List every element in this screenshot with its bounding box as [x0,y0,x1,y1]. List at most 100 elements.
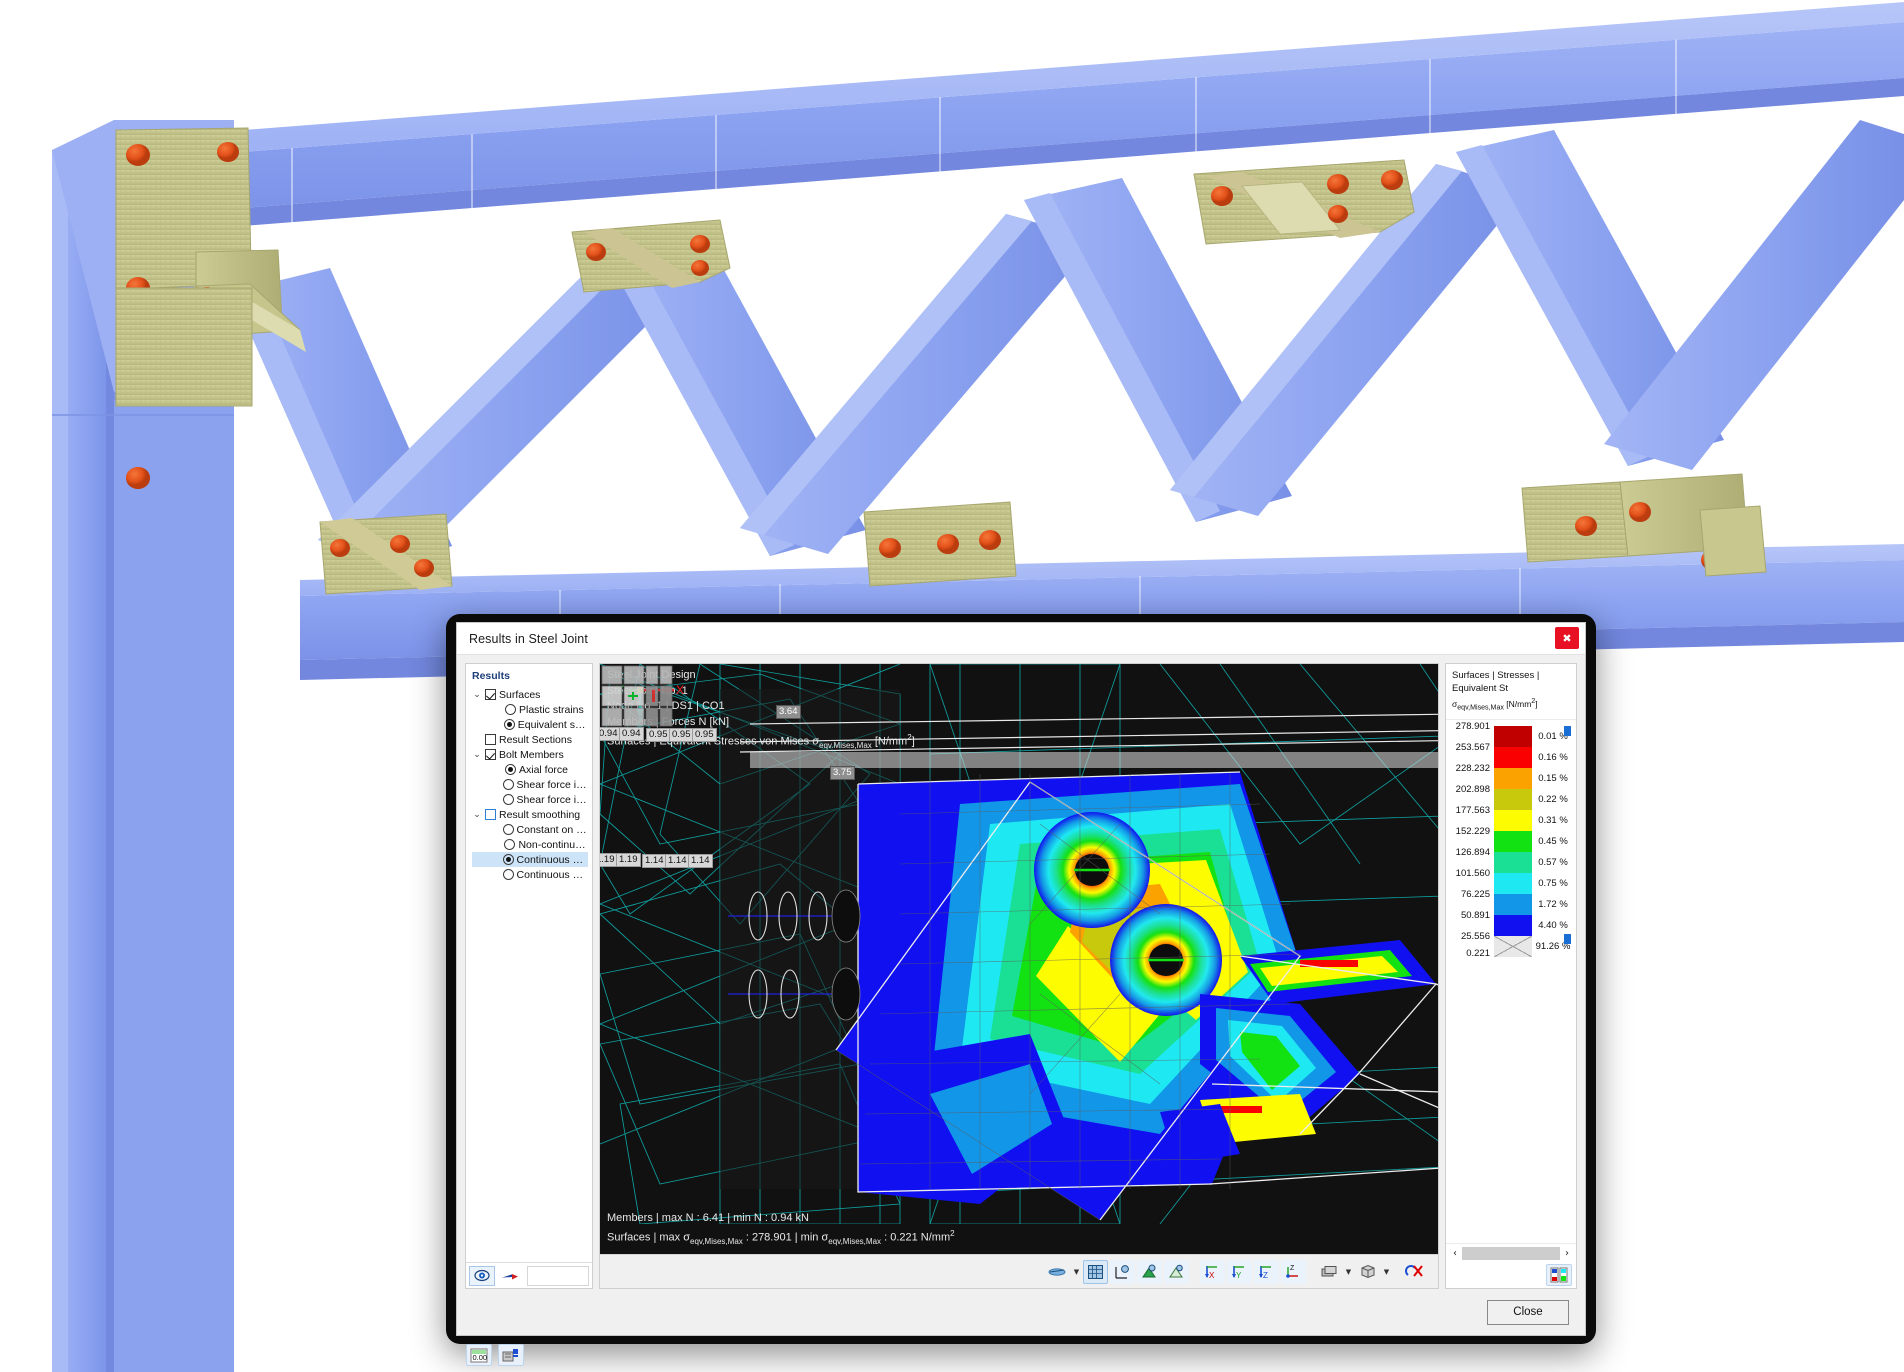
radio-unselected[interactable] [502,869,514,880]
legend-range-marker-bottom[interactable] [1564,933,1571,944]
tree-item-label: Plastic strains [519,703,584,716]
tree-item-constant-on-mesh-el[interactable]: ⌄Constant on mesh el… [472,822,588,837]
tree-item-axial-force[interactable]: ⌄Axial force [472,762,588,777]
member-force-label: 1.14 [642,854,667,868]
legend-percentage: 0.22 % [1538,793,1568,805]
member-force-label: 0.95 [669,728,694,742]
tree-item-result-sections[interactable]: ⌄Result Sections [472,732,588,747]
chevron-down-icon[interactable]: ⌄ [472,810,482,820]
legend-color-swatch[interactable] [1494,788,1532,810]
tree-item-shear-force-in-directi[interactable]: ⌄Shear force in directi… [472,792,588,807]
fe-results-viewport[interactable]: Steel Joint Design Steel Joint No. 1 Nod… [600,664,1438,1254]
legend-percentage: 0.45 % [1538,835,1568,847]
snap-settings-icon[interactable] [498,1344,524,1366]
legend-percentage: 0.16 % [1538,751,1568,763]
tree-footer-field[interactable] [527,1265,589,1286]
chevron-down-icon[interactable]: ▼ [1381,1260,1392,1284]
legend-color-swatch[interactable] [1494,725,1532,747]
scroll-right-icon[interactable]: › [1560,1248,1574,1259]
legend-percentage: 0.57 % [1538,856,1568,868]
box-3d-icon[interactable] [1355,1260,1380,1284]
render-mode-icon[interactable] [1045,1260,1070,1284]
color-scale-settings-icon[interactable] [1546,1264,1572,1286]
tree-item-non-continuous[interactable]: ⌄Non-continuous [472,837,588,852]
legend-color-swatch[interactable] [1494,809,1532,831]
view-in-y-icon[interactable]: Y [1227,1259,1252,1284]
legend-scale-value: 177.563 [1455,804,1490,816]
checkbox-unchecked[interactable] [485,734,496,745]
tree-item-label: Continuous within all… [516,868,588,881]
light-source-icon[interactable] [1110,1259,1135,1284]
radio-unselected[interactable] [505,704,516,715]
numeric-display-icon[interactable]: 0.00 [466,1344,492,1366]
eye-icon[interactable] [469,1265,495,1286]
chevron-down-icon[interactable]: ▼ [1071,1260,1082,1284]
legend-percentage: 1.72 % [1538,898,1568,910]
app-statusbar: 0.00 [466,1340,596,1370]
legend-color-swatch[interactable] [1494,893,1532,915]
chevron-down-icon[interactable]: ⌄ [472,690,482,700]
view-in-x-icon[interactable]: X [1200,1259,1225,1284]
legend-scale-value: 228.232 [1455,762,1490,774]
legend-color-swatch[interactable] [1494,851,1532,873]
legend-color-swatch[interactable] [1494,746,1532,768]
scrollbar-thumb[interactable] [1462,1246,1560,1260]
legend-scale-value: 0.221 [1466,948,1490,960]
radio-unselected[interactable] [502,824,514,835]
pointer-icon[interactable] [497,1266,523,1286]
tree-item-shear-force-in-directi[interactable]: ⌄Shear force in directi… [472,777,588,792]
tree-item-continuous-within-su[interactable]: ⌄Continuous within su… [472,852,588,867]
view-isometric-icon[interactable]: Z [1281,1259,1306,1284]
checkbox-checked[interactable] [485,689,496,700]
close-button[interactable]: Close [1487,1299,1569,1325]
scroll-left-icon[interactable]: ‹ [1448,1248,1462,1259]
close-icon[interactable]: ✖ [1555,627,1579,649]
legend-color-swatch[interactable] [1494,914,1532,936]
legend-scale-value: 50.891 [1460,909,1490,921]
legend-footer: ‹ › [1446,1243,1576,1288]
radio-unselected[interactable] [502,779,514,790]
legend-horizontal-scrollbar[interactable]: ‹ › [1446,1244,1576,1262]
tree-item-continuous-within-all[interactable]: ⌄Continuous within all… [472,867,588,882]
dialog-title: Results in Steel Joint [469,631,588,646]
tree-item-label: Continuous within su… [516,853,588,866]
tree-item-surfaces[interactable]: ⌄ Surfaces [472,687,588,702]
clear-results-icon[interactable] [1402,1260,1427,1284]
radio-selected[interactable] [502,854,514,865]
checkbox-unchecked[interactable] [485,809,496,820]
tree-item-bolt-members[interactable]: ⌄ Bolt Members [472,747,588,762]
legend-color-swatch[interactable] [1494,767,1532,789]
wireframe-grid-icon[interactable] [1083,1259,1108,1284]
tree-item-label: Non-continuous [518,838,588,851]
plane-section-icon[interactable] [1164,1259,1189,1284]
tree-item-equivalent-stress[interactable]: ⌄Equivalent stress [472,717,588,732]
legend-color-swatch[interactable] [1494,935,1532,957]
viewport-panel: Steel Joint Design Steel Joint No. 1 Nod… [599,663,1439,1289]
checkbox-checked[interactable] [485,749,496,760]
member-force-label: 0.95 [692,728,717,742]
radio-unselected[interactable] [502,794,514,805]
legend-percentage: 4.40 % [1538,919,1568,931]
legend-color-swatch[interactable] [1494,830,1532,852]
svg-text:Z: Z [1263,1271,1268,1280]
legend-band-min: 0.221 [1450,948,1572,971]
layers-icon[interactable] [1317,1260,1342,1284]
radio-selected[interactable] [505,764,516,775]
tree-item-result-smoothing[interactable]: ⌄ Result smoothing [472,807,588,822]
chevron-down-icon[interactable]: ⌄ [472,750,482,760]
tree-item-label: Result smoothing [499,808,581,821]
legend-toolbar [1446,1262,1576,1288]
legend-percentage: 0.15 % [1538,772,1568,784]
member-force-label: 0.95 [646,728,671,742]
legend-scale-value: 253.567 [1455,741,1490,753]
tree-item-plastic-strains[interactable]: ⌄Plastic strains [472,702,588,717]
radio-selected[interactable] [503,719,515,730]
legend-header: Surfaces | Stresses | Equivalent St σeqv… [1446,664,1576,720]
radio-unselected[interactable] [504,839,516,850]
view-navigation-cube-icon[interactable] [600,664,680,730]
legend-range-marker-top[interactable] [1564,725,1571,736]
legend-color-swatch[interactable] [1494,872,1532,894]
chevron-down-icon[interactable]: ▼ [1343,1260,1354,1284]
view-in-z-icon[interactable]: Z [1254,1259,1279,1284]
perspective-view-icon[interactable] [1137,1259,1162,1284]
